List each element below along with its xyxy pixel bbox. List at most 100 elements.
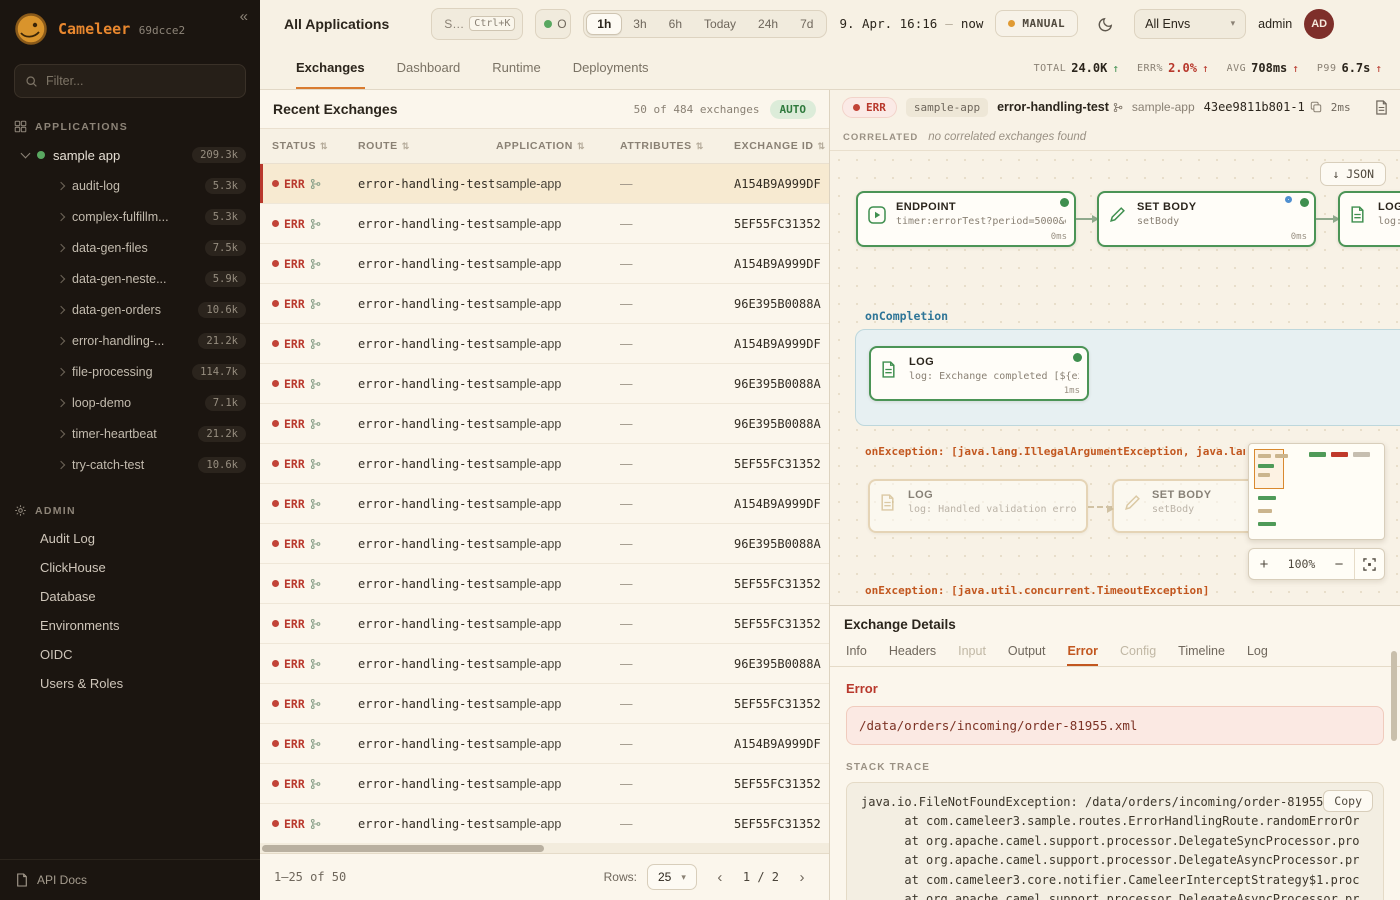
time-range-button[interactable]: Today — [693, 13, 747, 35]
flow-node-exception-log[interactable]: LOG log: Handled validation error: ${exc… — [868, 479, 1088, 533]
details-tab[interactable]: Input — [958, 638, 986, 666]
details-tab[interactable]: Error — [1067, 638, 1098, 666]
route-count-badge: 5.3k — [205, 209, 246, 225]
scrollbar-thumb[interactable] — [262, 845, 544, 852]
exchange-row[interactable]: ERR error-handling-test sample-app — 96E… — [260, 284, 829, 324]
sidebar-route-item[interactable]: data-gen-neste... 5.9k — [0, 263, 260, 294]
exchange-row[interactable]: ERR error-handling-test sample-app — A15… — [260, 164, 829, 204]
sidebar-route-item[interactable]: loop-demo 7.1k — [0, 387, 260, 418]
sidebar-admin-item[interactable]: Audit Log — [0, 524, 260, 553]
exchange-row[interactable]: ERR error-handling-test sample-app — 5EF… — [260, 444, 829, 484]
exchange-row[interactable]: ERR error-handling-test sample-app — A15… — [260, 324, 829, 364]
minimap[interactable] — [1248, 443, 1385, 540]
sidebar-route-item[interactable]: try-catch-test 10.6k — [0, 449, 260, 480]
dark-mode-toggle[interactable] — [1090, 8, 1122, 40]
time-range-button[interactable]: 6h — [658, 13, 693, 35]
column-header-route[interactable]: ROUTE⇅ — [358, 140, 496, 152]
copy-button[interactable]: Copy — [1323, 790, 1373, 812]
refresh-mode-button[interactable]: MANUAL — [995, 10, 1078, 37]
exchange-row[interactable]: ERR error-handling-test sample-app — 96E… — [260, 524, 829, 564]
chevron-right-icon — [57, 367, 65, 375]
time-range-button[interactable]: 3h — [622, 13, 657, 35]
route-name[interactable]: error-handling-test — [997, 100, 1123, 114]
horizontal-scrollbar[interactable] — [260, 843, 829, 853]
exchange-row[interactable]: ERR error-handling-test sample-app — 5EF… — [260, 684, 829, 724]
sidebar-admin-item[interactable]: Users & Roles — [0, 669, 260, 698]
sidebar-route-item[interactable]: audit-log 5.3k — [0, 170, 260, 201]
sidebar-route-item[interactable]: complex-fulfillm... 5.3k — [0, 201, 260, 232]
details-tab[interactable]: Log — [1247, 638, 1268, 666]
details-tab[interactable]: Config — [1120, 638, 1156, 666]
details-tab[interactable]: Timeline — [1178, 638, 1225, 666]
live-status-pill[interactable]: O — [535, 9, 571, 39]
sidebar-admin-item[interactable]: Database — [0, 582, 260, 611]
sidebar-route-item[interactable]: error-handling-... 21.2k — [0, 325, 260, 356]
global-search-input[interactable]: S… Ctrl+K — [431, 8, 523, 40]
zoom-out-button[interactable]: − — [1324, 556, 1354, 573]
error-status-dot — [272, 260, 279, 267]
column-header-attributes[interactable]: ATTRIBUTES⇅ — [620, 140, 734, 152]
exchange-row[interactable]: ERR error-handling-test sample-app — A15… — [260, 724, 829, 764]
node-selected-dot — [1285, 196, 1292, 203]
sidebar-route-item[interactable]: file-processing 114.7k — [0, 356, 260, 387]
flow-node-log[interactable]: LOG log: Sta — [1338, 191, 1400, 247]
exchange-row[interactable]: ERR error-handling-test sample-app — 5EF… — [260, 564, 829, 604]
exchange-row[interactable]: ERR error-handling-test sample-app — 5EF… — [260, 204, 829, 244]
exchange-row[interactable]: ERR error-handling-test sample-app — 5EF… — [260, 604, 829, 644]
document-icon[interactable] — [1375, 100, 1388, 115]
environment-select[interactable]: All Envs ▾ — [1134, 9, 1246, 39]
main-tab[interactable]: Exchanges — [296, 47, 365, 89]
time-range-button[interactable]: 24h — [747, 13, 789, 35]
exchange-row[interactable]: ERR error-handling-test sample-app — A15… — [260, 484, 829, 524]
sidebar-admin-item[interactable]: OIDC — [0, 640, 260, 669]
applications-icon — [14, 120, 27, 133]
vertical-scrollbar-thumb[interactable] — [1391, 651, 1397, 741]
time-range-button[interactable]: 1h — [586, 13, 622, 35]
details-tab[interactable]: Output — [1008, 638, 1046, 666]
sidebar-collapse-icon[interactable]: « — [240, 8, 248, 25]
column-header-status[interactable]: STATUS⇅ — [272, 140, 358, 152]
time-range-button[interactable]: 7d — [789, 13, 824, 35]
next-page-button[interactable]: › — [789, 864, 815, 890]
main-tab[interactable]: Dashboard — [397, 47, 461, 89]
api-docs-link[interactable]: API Docs — [0, 859, 260, 900]
column-header-exchange-id[interactable]: EXCHANGE ID⇅ — [734, 140, 829, 152]
pencil-icon — [1109, 206, 1126, 228]
exchange-row[interactable]: ERR error-handling-test sample-app — 96E… — [260, 404, 829, 444]
flow-node-set-body[interactable]: SET BODY setBody 0ms — [1097, 191, 1316, 247]
sidebar-route-item[interactable]: data-gen-orders 10.6k — [0, 294, 260, 325]
download-json-button[interactable]: ↓ JSON — [1320, 162, 1386, 186]
column-header-application[interactable]: APPLICATION⇅ — [496, 140, 620, 152]
details-tab[interactable]: Headers — [889, 638, 936, 666]
main-tab[interactable]: Runtime — [492, 47, 540, 89]
chevron-right-icon — [57, 429, 65, 437]
date-range[interactable]: 9. Apr. 16:16 — now — [839, 16, 983, 31]
sidebar-admin-item[interactable]: Environments — [0, 611, 260, 640]
prev-page-button[interactable]: ‹ — [707, 864, 733, 890]
error-status-dot — [272, 540, 279, 547]
exchange-row[interactable]: ERR error-handling-test sample-app — 96E… — [260, 644, 829, 684]
exchange-row[interactable]: ERR error-handling-test sample-app — 5EF… — [260, 764, 829, 804]
sidebar-route-item[interactable]: data-gen-files 7.5k — [0, 232, 260, 263]
sidebar-filter-input[interactable]: Filter... — [14, 64, 246, 98]
flow-node-endpoint[interactable]: ENDPOINT timer:errorTest?period=5000&del… — [856, 191, 1076, 247]
copy-icon[interactable] — [1310, 101, 1322, 113]
branch-icon — [310, 458, 321, 470]
flow-node-completion-log[interactable]: LOG log: Exchange completed [${exchan 1m… — [869, 346, 1089, 401]
exchange-row[interactable]: ERR error-handling-test sample-app — 96E… — [260, 364, 829, 404]
zoom-in-button[interactable]: + — [1249, 556, 1279, 573]
route-flow-canvas[interactable]: ↓ JSON ENDPOINT timer:errorTest?period=5… — [830, 151, 1400, 605]
exchanges-count: 50 of 484 exchanges — [634, 103, 760, 116]
sidebar-app-sample-app[interactable]: sample app 209.3k — [0, 140, 260, 170]
branch-icon — [310, 258, 321, 270]
auto-refresh-badge[interactable]: AUTO — [770, 100, 817, 119]
exchange-row[interactable]: ERR error-handling-test sample-app — A15… — [260, 244, 829, 284]
main-tab[interactable]: Deployments — [573, 47, 649, 89]
zoom-fit-button[interactable] — [1354, 549, 1384, 579]
sidebar-admin-item[interactable]: ClickHouse — [0, 553, 260, 582]
details-tab[interactable]: Info — [846, 638, 867, 666]
exchange-row[interactable]: ERR error-handling-test sample-app — 5EF… — [260, 804, 829, 843]
sidebar-route-item[interactable]: timer-heartbeat 21.2k — [0, 418, 260, 449]
user-avatar[interactable]: AD — [1304, 9, 1334, 39]
rows-per-page-select[interactable]: 25 ▾ — [647, 864, 697, 890]
